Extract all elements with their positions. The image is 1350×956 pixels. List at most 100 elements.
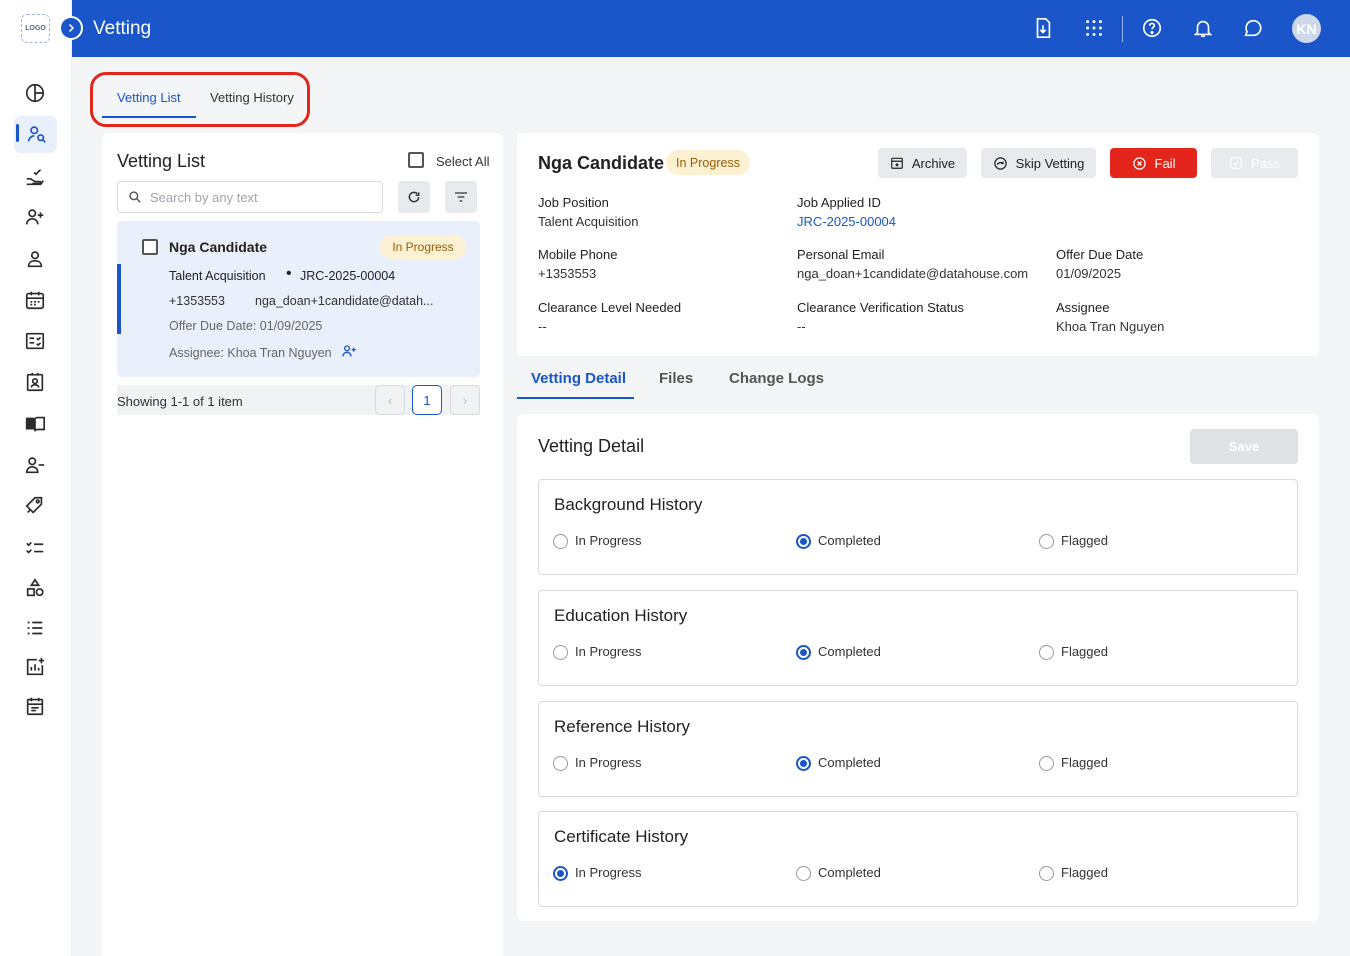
fail-button[interactable]: Fail (1110, 148, 1197, 178)
sidebar-expand-button[interactable] (59, 16, 83, 40)
personal-email-value: nga_doan+1candidate@datahouse.com (797, 266, 1029, 281)
select-all-label: Select All (436, 154, 490, 169)
list-item-checkbox[interactable] (142, 239, 158, 255)
tab-vetting-history[interactable]: Vetting History (210, 90, 294, 105)
assignee-label: Assignee (1056, 300, 1110, 315)
assignee-value: Khoa Tran Nguyen (1056, 319, 1165, 334)
user-plus-icon[interactable] (24, 206, 48, 230)
radio-label: In Progress (575, 533, 642, 548)
book-open-icon[interactable] (24, 413, 48, 437)
section-background-history: Background History In Progress Completed… (538, 479, 1298, 575)
offer-due-date-value: 01/09/2025 (1056, 266, 1122, 281)
checklist-icon[interactable] (24, 330, 48, 354)
tab-files[interactable]: Files (659, 370, 693, 387)
bell-icon[interactable] (1192, 17, 1214, 39)
calendar-note-icon[interactable] (24, 695, 48, 719)
refresh-button[interactable] (398, 181, 430, 213)
hand-check-icon[interactable] (24, 166, 48, 190)
radio-label: In Progress (575, 755, 642, 770)
apps-grid-icon[interactable] (1083, 17, 1105, 39)
section-title: Certificate History (554, 827, 689, 846)
tab-vetting-detail[interactable]: Vetting Detail (531, 370, 626, 387)
fail-label: Fail (1154, 155, 1176, 171)
contact-card-icon[interactable] (24, 371, 48, 395)
skip-vetting-label: Skip Vetting (1015, 155, 1085, 171)
radio-label: Flagged (1061, 644, 1108, 659)
radio-flagged[interactable] (1039, 645, 1054, 660)
radio-completed[interactable] (796, 534, 811, 549)
clearance-level-label: Clearance Level Needed (538, 300, 682, 315)
help-icon[interactable] (1141, 17, 1163, 39)
save-button[interactable]: Save (1190, 429, 1298, 464)
search-icon (128, 190, 142, 204)
archive-button[interactable]: Archive (878, 148, 967, 178)
radio-completed[interactable] (796, 866, 811, 881)
radio-flagged[interactable] (1039, 866, 1054, 881)
section-certificate-history: Certificate History In Progress Complete… (538, 811, 1298, 907)
download-file-icon[interactable] (1032, 17, 1054, 39)
user-icon[interactable] (24, 248, 48, 272)
skip-vetting-button[interactable]: Skip Vetting (981, 148, 1096, 178)
pass-label: Pass (1251, 155, 1280, 171)
avatar[interactable]: KN (1292, 14, 1321, 43)
select-all-checkbox[interactable] (408, 152, 424, 168)
job-applied-id-link[interactable]: JRC-2025-00004 (797, 214, 896, 229)
list-item-job-id: JRC-2025-00004 (300, 269, 396, 283)
radio-label: Flagged (1061, 533, 1108, 548)
radio-label: In Progress (575, 644, 642, 659)
vetting-list-title: Vetting List (117, 151, 206, 171)
app-logo[interactable]: LOGO (21, 14, 50, 43)
clearance-verification-label: Clearance Verification Status (797, 300, 964, 315)
section-reference-history: Reference History In Progress Completed … (538, 701, 1298, 797)
section-title: Education History (554, 606, 688, 625)
user-minus-icon[interactable] (24, 454, 48, 478)
assign-user-icon[interactable] (341, 344, 357, 358)
list-item-assignee: Assignee: Khoa Tran Nguyen (169, 346, 332, 360)
shapes-icon[interactable] (24, 577, 48, 601)
analytics-add-icon[interactable] (24, 656, 48, 680)
prev-page-button[interactable]: ‹ (375, 385, 405, 415)
pass-button[interactable]: Pass (1211, 148, 1298, 178)
numbered-list-icon[interactable] (24, 617, 48, 641)
section-title: Reference History (554, 717, 691, 736)
radio-in-progress[interactable] (553, 645, 568, 660)
topbar-divider (1122, 16, 1123, 42)
skip-icon (993, 156, 1007, 170)
calendar-grid-icon[interactable] (24, 289, 48, 313)
radio-completed[interactable] (796, 645, 811, 660)
list-item-position: Talent Acquisition (169, 269, 266, 283)
radio-label: Completed (818, 755, 881, 770)
clearance-level-value: -- (538, 319, 547, 334)
job-applied-id-label: Job Applied ID (797, 195, 881, 210)
chat-icon[interactable] (1242, 17, 1264, 39)
archive-label: Archive (911, 155, 956, 171)
job-position-label: Job Position (538, 195, 609, 210)
sidebar-active-indicator (16, 124, 19, 142)
dashboard-pie-icon[interactable] (24, 82, 48, 106)
tab-change-logs[interactable]: Change Logs (729, 370, 824, 387)
vetting-detail-title: Vetting Detail (538, 436, 645, 456)
personal-email-label: Personal Email (797, 247, 885, 262)
tags-icon[interactable] (24, 495, 48, 519)
radio-flagged[interactable] (1039, 534, 1054, 549)
user-search-icon[interactable] (26, 123, 50, 147)
task-list-icon[interactable] (24, 536, 48, 560)
radio-completed[interactable] (796, 756, 811, 771)
offer-due-date-label: Offer Due Date (1056, 247, 1144, 262)
radio-in-progress[interactable] (553, 866, 568, 881)
radio-in-progress[interactable] (553, 534, 568, 549)
filter-button[interactable] (445, 181, 477, 213)
bullet-separator: • (286, 265, 292, 282)
candidate-name: Nga Candidate (538, 153, 665, 173)
radio-label: In Progress (575, 865, 642, 880)
radio-flagged[interactable] (1039, 756, 1054, 771)
candidate-status-badge: In Progress (666, 150, 750, 175)
search-input[interactable]: Search by any text (117, 181, 383, 213)
tab-vetting-list[interactable]: Vetting List (117, 90, 181, 105)
next-page-button[interactable]: › (450, 385, 480, 415)
radio-in-progress[interactable] (553, 756, 568, 771)
top-bar: Vetting KN (72, 0, 1350, 57)
list-item-email: nga_doan+1candidate@datah... (255, 294, 434, 308)
refresh-icon (408, 191, 420, 203)
page-1-button[interactable]: 1 (412, 385, 442, 415)
